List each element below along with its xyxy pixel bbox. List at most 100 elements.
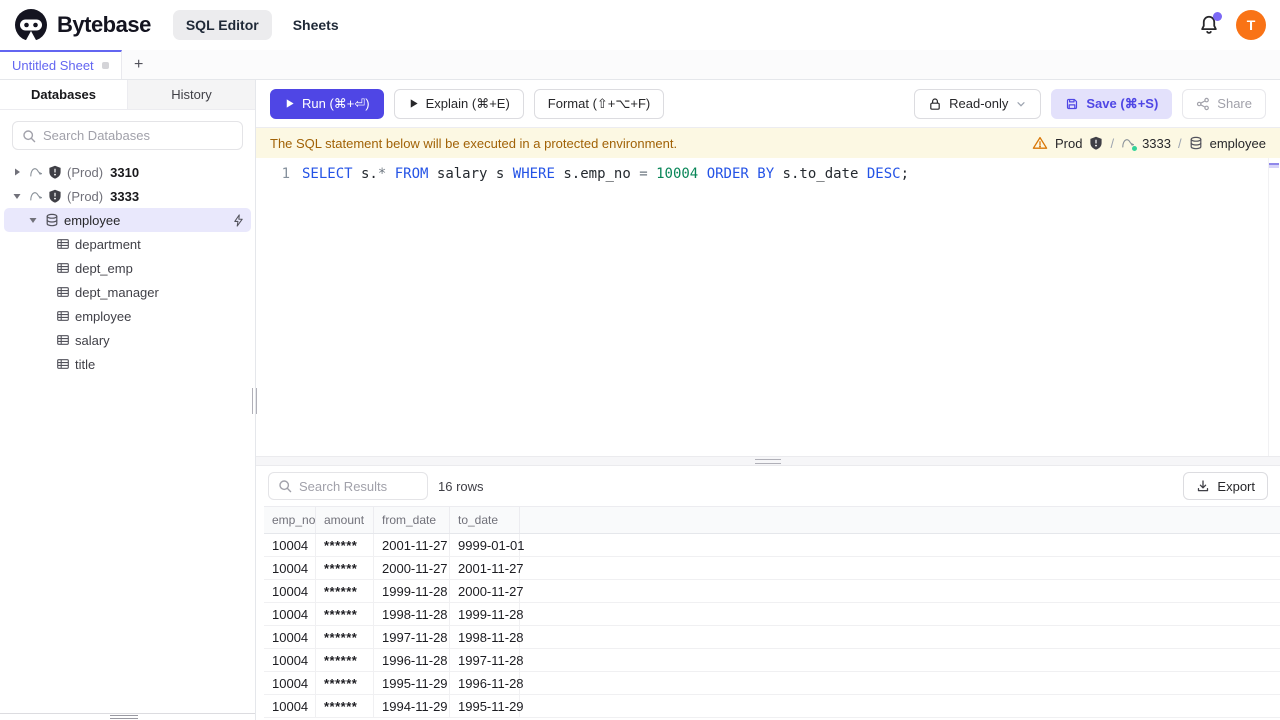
sidebar-bottom-scrollbar[interactable]	[0, 713, 255, 720]
table-cell[interactable]: 2000-11-27	[374, 557, 450, 579]
database-search	[0, 110, 255, 158]
tree-instance-3310[interactable]: (Prod) 3310	[4, 160, 251, 184]
search-databases-input[interactable]	[43, 128, 233, 143]
tab-history[interactable]: History	[128, 80, 255, 109]
table-cell[interactable]: 1994-11-29	[374, 695, 450, 717]
breadcrumb-database[interactable]: employee	[1210, 136, 1266, 151]
sql-token: salary s	[428, 166, 513, 182]
table-cell[interactable]: 1999-11-28	[374, 580, 450, 602]
column-header[interactable]: from_date	[374, 507, 450, 533]
table-row[interactable]: 10004 ****** 2001-11-27 9999-01-01	[264, 534, 1280, 557]
table-cell[interactable]: 1995-11-29	[374, 672, 450, 694]
share-icon	[1196, 97, 1210, 111]
breadcrumb-instance[interactable]: 3333	[1142, 136, 1171, 151]
run-button[interactable]: Run (⌘+⏎)	[270, 88, 384, 119]
table-cell[interactable]: 1996-11-28	[450, 672, 524, 694]
bytebase-logo[interactable]: Bytebase	[14, 8, 151, 42]
table-row[interactable]: 10004 ****** 1999-11-28 2000-11-27	[264, 580, 1280, 603]
table-row[interactable]: 10004 ****** 1996-11-28 1997-11-28	[264, 649, 1280, 672]
table-row[interactable]: 10004 ****** 1994-11-29 1995-11-29	[264, 695, 1280, 718]
tree-table-item[interactable]: dept_emp	[4, 256, 251, 280]
sidebar-resize-handle[interactable]	[252, 388, 257, 414]
table-cell[interactable]: 10004	[264, 695, 316, 717]
table-cell[interactable]: 10004	[264, 580, 316, 602]
table-cell[interactable]: 10004	[264, 603, 316, 625]
format-button[interactable]: Format (⇧+⌥+F)	[533, 88, 665, 119]
table-cell[interactable]: 1998-11-28	[374, 603, 450, 625]
chevron-down-icon	[1015, 98, 1027, 110]
explain-button[interactable]: Explain (⌘+E)	[393, 88, 524, 119]
table-cell[interactable]: 9999-01-01	[450, 534, 525, 556]
caret-right-icon[interactable]	[10, 165, 24, 179]
table-cell[interactable]: 1999-11-28	[450, 603, 524, 625]
nav-sql-editor[interactable]: SQL Editor	[172, 10, 272, 40]
body: Databases History Search Databases (Prod…	[0, 80, 1280, 720]
table-cell[interactable]: 10004	[264, 672, 316, 694]
tree-database-employee[interactable]: employee	[4, 208, 251, 232]
tree-table-item[interactable]: department	[4, 232, 251, 256]
tab-databases[interactable]: Databases	[0, 80, 128, 109]
table-cell[interactable]: 1997-11-28	[450, 649, 524, 671]
table-cell[interactable]: 1997-11-28	[374, 626, 450, 648]
editor-overview-ruler[interactable]	[1268, 158, 1280, 456]
table-cell[interactable]: 2001-11-27	[374, 534, 450, 556]
share-button[interactable]: Share	[1182, 88, 1266, 119]
tree-table-item[interactable]: title	[4, 352, 251, 376]
column-header[interactable]: amount	[316, 507, 374, 533]
sql-token: ;	[900, 166, 909, 182]
table-cell[interactable]: 1998-11-28	[450, 626, 524, 648]
notifications-button[interactable]	[1198, 12, 1222, 36]
sheet-tab-untitled[interactable]: Untitled Sheet	[0, 50, 122, 79]
column-header[interactable]: emp_no	[264, 507, 316, 533]
table-cell[interactable]: ******	[316, 649, 374, 671]
table-cell[interactable]: ******	[316, 695, 374, 717]
table-cell[interactable]: 10004	[264, 649, 316, 671]
run-label: Run (⌘+⏎)	[302, 95, 370, 111]
nav-sheets[interactable]: Sheets	[280, 10, 352, 40]
add-sheet-tab-button[interactable]: +	[122, 50, 156, 79]
tree-table-item[interactable]: dept_manager	[4, 280, 251, 304]
table-row[interactable]: 10004 ****** 1997-11-28 1998-11-28	[264, 626, 1280, 649]
table-icon	[56, 333, 70, 347]
table-cell[interactable]: 1996-11-28	[374, 649, 450, 671]
table-cell[interactable]: 10004	[264, 557, 316, 579]
sql-editor[interactable]: 1 SELECT s.* FROM salary s WHERE s.emp_n…	[256, 158, 1280, 456]
table-cell[interactable]: ******	[316, 580, 374, 602]
table-cell[interactable]: 2000-11-27	[450, 580, 524, 602]
table-cell[interactable]: 10004	[264, 626, 316, 648]
tree-table-item[interactable]: salary	[4, 328, 251, 352]
table-cell[interactable]: 2001-11-27	[450, 557, 524, 579]
search-results-input[interactable]	[299, 478, 418, 494]
avatar[interactable]: T	[1236, 10, 1266, 40]
instance-name: 3310	[110, 164, 140, 180]
header-right: T	[1198, 10, 1266, 40]
tree-instance-3333[interactable]: (Prod) 3333	[4, 184, 251, 208]
table-row[interactable]: 10004 ****** 1995-11-29 1996-11-28	[264, 672, 1280, 695]
row-filler	[520, 649, 1280, 671]
sql-token: =	[639, 166, 648, 182]
table-cell[interactable]: 1995-11-29	[450, 695, 524, 717]
table-cell[interactable]: ******	[316, 672, 374, 694]
main-nav: SQL Editor Sheets	[172, 10, 352, 40]
bolt-icon[interactable]	[232, 213, 245, 227]
table-row[interactable]: 10004 ****** 1998-11-28 1999-11-28	[264, 603, 1280, 626]
play-icon	[284, 98, 295, 109]
database-tree: (Prod) 3310 (Prod) 3333 employee departm…	[0, 158, 255, 713]
results-resize-handle[interactable]	[256, 456, 1280, 466]
table-cell[interactable]: ******	[316, 603, 374, 625]
save-button[interactable]: Save (⌘+S)	[1051, 88, 1173, 119]
table-row[interactable]: 10004 ****** 2000-11-27 2001-11-27	[264, 557, 1280, 580]
drag-handle[interactable]	[110, 715, 138, 719]
sql-token: SELECT	[302, 166, 353, 182]
caret-down-icon[interactable]	[10, 189, 24, 203]
tree-table-item[interactable]: employee	[4, 304, 251, 328]
mysql-icon	[29, 165, 43, 179]
table-cell[interactable]: 10004	[264, 534, 316, 556]
table-cell[interactable]: ******	[316, 534, 374, 556]
caret-down-icon[interactable]	[26, 213, 40, 227]
column-header[interactable]: to_date	[450, 507, 520, 533]
table-cell[interactable]: ******	[316, 557, 374, 579]
table-cell[interactable]: ******	[316, 626, 374, 648]
readonly-mode-select[interactable]: Read-only	[914, 88, 1042, 119]
export-button[interactable]: Export	[1183, 472, 1268, 500]
